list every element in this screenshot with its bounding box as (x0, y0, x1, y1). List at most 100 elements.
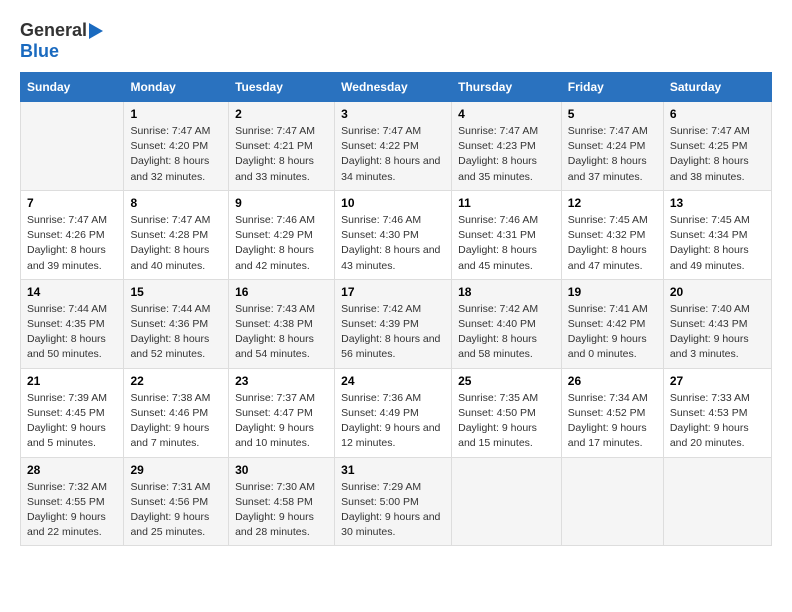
calendar-cell: 27Sunrise: 7:33 AMSunset: 4:53 PMDayligh… (663, 368, 771, 457)
calendar-cell: 21 Sunrise: 7:39 AMSunset: 4:45 PMDayligh… (21, 368, 124, 457)
day-info: Sunrise: 7:47 AMSunset: 4:22 PMDaylight:… (341, 124, 445, 185)
column-header-monday: Monday (124, 73, 229, 102)
calendar-table: SundayMondayTuesdayWednesdayThursdayFrid… (20, 72, 772, 546)
calendar-cell: 5 Sunrise: 7:47 AMSunset: 4:24 PMDaylight… (561, 102, 663, 191)
day-info: Sunrise: 7:47 AMSunset: 4:23 PMDaylight:… (458, 124, 555, 185)
logo-blue-text: Blue (20, 41, 59, 62)
day-number: 8 (130, 196, 222, 210)
calendar-cell: 3Sunrise: 7:47 AMSunset: 4:22 PMDaylight… (335, 102, 452, 191)
day-info: Sunrise: 7:29 AMSunset: 5:00 PMDaylight:… (341, 480, 445, 541)
calendar-cell: 28Sunrise: 7:32 AMSunset: 4:55 PMDayligh… (21, 457, 124, 546)
day-info: Sunrise: 7:39 AMSunset: 4:45 PMDaylight:… (27, 391, 117, 452)
calendar-cell: 6Sunrise: 7:47 AMSunset: 4:25 PMDaylight… (663, 102, 771, 191)
day-number: 20 (670, 285, 765, 299)
day-number: 21 (27, 374, 117, 388)
day-number: 7 (27, 196, 117, 210)
calendar-week-3: 14 Sunrise: 7:44 AMSunset: 4:35 PMDayligh… (21, 279, 772, 368)
calendar-cell: 4 Sunrise: 7:47 AMSunset: 4:23 PMDaylight… (452, 102, 562, 191)
calendar-cell (663, 457, 771, 546)
column-header-thursday: Thursday (452, 73, 562, 102)
calendar-cell: 8 Sunrise: 7:47 AMSunset: 4:28 PMDaylight… (124, 190, 229, 279)
column-header-saturday: Saturday (663, 73, 771, 102)
day-info: Sunrise: 7:45 AMSunset: 4:32 PMDaylight:… (568, 213, 657, 274)
calendar-cell: 7 Sunrise: 7:47 AMSunset: 4:26 PMDaylight… (21, 190, 124, 279)
column-header-tuesday: Tuesday (229, 73, 335, 102)
day-number: 17 (341, 285, 445, 299)
day-number: 5 (568, 107, 657, 121)
calendar-cell: 29 Sunrise: 7:31 AMSunset: 4:56 PMDayligh… (124, 457, 229, 546)
day-info: Sunrise: 7:40 AMSunset: 4:43 PMDaylight:… (670, 302, 765, 363)
day-number: 11 (458, 196, 555, 210)
day-number: 15 (130, 285, 222, 299)
day-info: Sunrise: 7:46 AMSunset: 4:31 PMDaylight:… (458, 213, 555, 274)
calendar-cell: 13Sunrise: 7:45 AMSunset: 4:34 PMDayligh… (663, 190, 771, 279)
calendar-cell: 2 Sunrise: 7:47 AMSunset: 4:21 PMDaylight… (229, 102, 335, 191)
day-number: 19 (568, 285, 657, 299)
day-info: Sunrise: 7:35 AMSunset: 4:50 PMDaylight:… (458, 391, 555, 452)
calendar-cell: 14 Sunrise: 7:44 AMSunset: 4:35 PMDayligh… (21, 279, 124, 368)
day-number: 30 (235, 463, 328, 477)
day-info: Sunrise: 7:46 AMSunset: 4:29 PMDaylight:… (235, 213, 328, 274)
day-info: Sunrise: 7:31 AMSunset: 4:56 PMDaylight:… (130, 480, 222, 541)
calendar-cell: 18Sunrise: 7:42 AMSunset: 4:40 PMDayligh… (452, 279, 562, 368)
day-number: 23 (235, 374, 328, 388)
calendar-cell: 23 Sunrise: 7:37 AMSunset: 4:47 PMDayligh… (229, 368, 335, 457)
column-header-wednesday: Wednesday (335, 73, 452, 102)
day-info: Sunrise: 7:38 AMSunset: 4:46 PMDaylight:… (130, 391, 222, 452)
calendar-cell: 25 Sunrise: 7:35 AMSunset: 4:50 PMDayligh… (452, 368, 562, 457)
calendar-week-1: 1 Sunrise: 7:47 AMSunset: 4:20 PMDaylight… (21, 102, 772, 191)
day-info: Sunrise: 7:44 AMSunset: 4:36 PMDaylight:… (130, 302, 222, 363)
day-info: Sunrise: 7:43 AMSunset: 4:38 PMDaylight:… (235, 302, 328, 363)
calendar-cell: 26Sunrise: 7:34 AMSunset: 4:52 PMDayligh… (561, 368, 663, 457)
calendar-cell: 16 Sunrise: 7:43 AMSunset: 4:38 PMDayligh… (229, 279, 335, 368)
logo-general-text: General (20, 20, 87, 41)
calendar-cell: 15 Sunrise: 7:44 AMSunset: 4:36 PMDayligh… (124, 279, 229, 368)
calendar-cell: 30 Sunrise: 7:30 AMSunset: 4:58 PMDayligh… (229, 457, 335, 546)
day-info: Sunrise: 7:47 AMSunset: 4:26 PMDaylight:… (27, 213, 117, 274)
calendar-week-5: 28Sunrise: 7:32 AMSunset: 4:55 PMDayligh… (21, 457, 772, 546)
calendar-cell (452, 457, 562, 546)
day-info: Sunrise: 7:47 AMSunset: 4:21 PMDaylight:… (235, 124, 328, 185)
header-row: SundayMondayTuesdayWednesdayThursdayFrid… (21, 73, 772, 102)
calendar-cell: 12Sunrise: 7:45 AMSunset: 4:32 PMDayligh… (561, 190, 663, 279)
day-number: 22 (130, 374, 222, 388)
calendar-week-4: 21 Sunrise: 7:39 AMSunset: 4:45 PMDayligh… (21, 368, 772, 457)
day-info: Sunrise: 7:34 AMSunset: 4:52 PMDaylight:… (568, 391, 657, 452)
day-info: Sunrise: 7:30 AMSunset: 4:58 PMDaylight:… (235, 480, 328, 541)
day-info: Sunrise: 7:36 AMSunset: 4:49 PMDaylight:… (341, 391, 445, 452)
page-header: General Blue (20, 20, 772, 62)
day-number: 24 (341, 374, 445, 388)
day-info: Sunrise: 7:32 AMSunset: 4:55 PMDaylight:… (27, 480, 117, 541)
day-info: Sunrise: 7:37 AMSunset: 4:47 PMDaylight:… (235, 391, 328, 452)
day-number: 2 (235, 107, 328, 121)
day-number: 4 (458, 107, 555, 121)
logo-arrow-icon (89, 23, 103, 39)
day-info: Sunrise: 7:47 AMSunset: 4:28 PMDaylight:… (130, 213, 222, 274)
calendar-cell: 20 Sunrise: 7:40 AMSunset: 4:43 PMDayligh… (663, 279, 771, 368)
day-number: 9 (235, 196, 328, 210)
calendar-cell (21, 102, 124, 191)
calendar-cell: 17 Sunrise: 7:42 AMSunset: 4:39 PMDayligh… (335, 279, 452, 368)
day-number: 25 (458, 374, 555, 388)
day-number: 29 (130, 463, 222, 477)
calendar-cell: 1 Sunrise: 7:47 AMSunset: 4:20 PMDaylight… (124, 102, 229, 191)
calendar-cell: 9 Sunrise: 7:46 AMSunset: 4:29 PMDaylight… (229, 190, 335, 279)
day-info: Sunrise: 7:47 AMSunset: 4:24 PMDaylight:… (568, 124, 657, 185)
day-number: 16 (235, 285, 328, 299)
day-number: 6 (670, 107, 765, 121)
calendar-cell: 10Sunrise: 7:46 AMSunset: 4:30 PMDayligh… (335, 190, 452, 279)
day-info: Sunrise: 7:42 AMSunset: 4:39 PMDaylight:… (341, 302, 445, 363)
day-number: 14 (27, 285, 117, 299)
calendar-cell: 31 Sunrise: 7:29 AMSunset: 5:00 PMDayligh… (335, 457, 452, 546)
day-info: Sunrise: 7:46 AMSunset: 4:30 PMDaylight:… (341, 213, 445, 274)
day-info: Sunrise: 7:47 AMSunset: 4:20 PMDaylight:… (130, 124, 222, 185)
calendar-cell: 24 Sunrise: 7:36 AMSunset: 4:49 PMDayligh… (335, 368, 452, 457)
column-header-sunday: Sunday (21, 73, 124, 102)
day-number: 1 (130, 107, 222, 121)
day-number: 31 (341, 463, 445, 477)
logo: General Blue (20, 20, 103, 62)
calendar-cell: 11 Sunrise: 7:46 AMSunset: 4:31 PMDayligh… (452, 190, 562, 279)
day-info: Sunrise: 7:44 AMSunset: 4:35 PMDaylight:… (27, 302, 117, 363)
column-header-friday: Friday (561, 73, 663, 102)
calendar-cell (561, 457, 663, 546)
